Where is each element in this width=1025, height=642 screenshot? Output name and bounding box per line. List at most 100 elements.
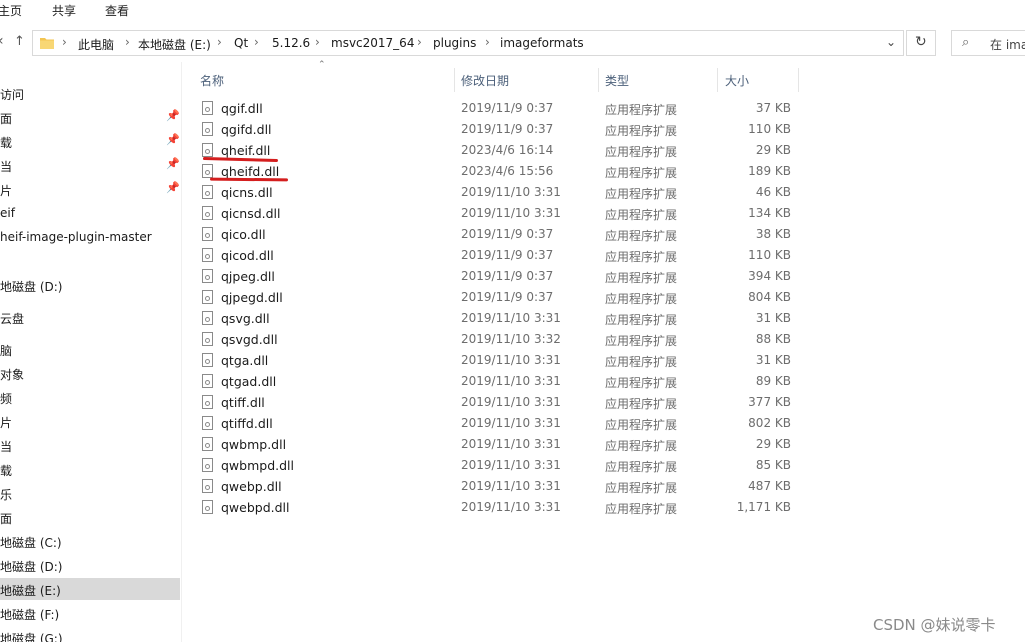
file-row[interactable]: qico.dll 2019/11/9 0:37 应用程序扩展 38 KB xyxy=(196,224,800,245)
file-row[interactable]: qjpeg.dll 2019/11/9 0:37 应用程序扩展 394 KB xyxy=(196,266,800,287)
dll-file-icon xyxy=(202,311,213,325)
nav-item-drive-c[interactable]: 地磁盘 (C:) xyxy=(0,530,180,552)
pin-icon: 📌 xyxy=(166,133,180,146)
file-size: 377 KB xyxy=(748,395,791,409)
column-header-date[interactable]: 修改日期 xyxy=(455,68,598,92)
nav-item-label: 载 xyxy=(0,464,13,478)
file-size: 487 KB xyxy=(748,479,791,493)
file-name: qjpegd.dll xyxy=(221,290,283,305)
tab-view[interactable]: 查看 xyxy=(105,2,129,19)
nav-item-label: 当 xyxy=(0,160,13,174)
file-row[interactable]: qwbmp.dll 2019/11/10 3:31 应用程序扩展 29 KB xyxy=(196,434,800,455)
chevron-down-icon[interactable]: ⌄ xyxy=(886,35,896,49)
column-header-size[interactable]: 大小 xyxy=(718,68,798,92)
file-type: 应用程序扩展 xyxy=(605,187,678,201)
nav-item-desktop-pc[interactable]: 面 xyxy=(0,506,180,528)
nav-item-heif[interactable]: eif xyxy=(0,202,180,224)
file-row[interactable]: qtiffd.dll 2019/11/10 3:31 应用程序扩展 802 KB xyxy=(196,413,800,434)
breadcrumb-separator-icon: › xyxy=(254,35,259,49)
crumb-msvc[interactable]: msvc2017_64 xyxy=(331,36,414,50)
pin-icon: 📌 xyxy=(166,109,180,122)
nav-item-cloud-drive[interactable]: 云盘 xyxy=(0,306,180,328)
nav-item-label: 频 xyxy=(0,392,13,406)
file-row[interactable]: qsvgd.dll 2019/11/10 3:32 应用程序扩展 88 KB xyxy=(196,329,800,350)
nav-item-desktop[interactable]: 面 📌 xyxy=(0,106,180,128)
file-row[interactable]: qgif.dll 2019/11/9 0:37 应用程序扩展 37 KB xyxy=(196,98,800,119)
nav-item-documents[interactable]: 当 📌 xyxy=(0,154,180,176)
file-type: 应用程序扩展 xyxy=(605,481,678,495)
crumb-this-pc[interactable]: 此电脑 xyxy=(78,36,114,53)
back-arrow-icon[interactable]: ‹ xyxy=(0,33,4,49)
address-bar[interactable]: › 此电脑 › 本地磁盘 (E:) › Qt › 5.12.6 › msvc20… xyxy=(32,30,904,56)
file-row[interactable]: qgifd.dll 2019/11/9 0:37 应用程序扩展 110 KB xyxy=(196,119,800,140)
crumb-plugins[interactable]: plugins xyxy=(433,36,476,50)
nav-item-music[interactable]: 乐 xyxy=(0,482,180,504)
file-date: 2023/4/6 16:14 xyxy=(461,143,554,157)
column-divider[interactable] xyxy=(798,68,799,92)
nav-item-drive-d[interactable]: 地磁盘 (D:) xyxy=(0,274,180,296)
nav-item-pictures-pc[interactable]: 片 xyxy=(0,410,180,432)
file-row[interactable]: qicnsd.dll 2019/11/10 3:31 应用程序扩展 134 KB xyxy=(196,203,800,224)
column-header-name[interactable]: 名称 xyxy=(196,68,454,92)
search-input[interactable]: ⌕ 在 ima xyxy=(951,30,1025,56)
file-name: qtgad.dll xyxy=(221,374,277,389)
dll-file-icon xyxy=(202,458,213,472)
file-size: 394 KB xyxy=(748,269,791,283)
file-name: qheif.dll xyxy=(221,143,271,158)
nav-item-quick-access[interactable]: 访问 xyxy=(0,82,180,104)
file-type: 应用程序扩展 xyxy=(605,292,678,306)
file-row[interactable]: qtgad.dll 2019/11/10 3:31 应用程序扩展 89 KB xyxy=(196,371,800,392)
file-name: qico.dll xyxy=(221,227,266,242)
nav-item-label: 对象 xyxy=(0,368,25,382)
file-type: 应用程序扩展 xyxy=(605,313,678,327)
nav-item-drive-d-pc[interactable]: 地磁盘 (D:) xyxy=(0,554,180,576)
nav-item-downloads-pc[interactable]: 载 xyxy=(0,458,180,480)
file-name: qgifd.dll xyxy=(221,122,272,137)
file-row[interactable]: qicns.dll 2019/11/10 3:31 应用程序扩展 46 KB xyxy=(196,182,800,203)
crumb-qt[interactable]: Qt xyxy=(234,36,248,50)
nav-item-3d-objects[interactable]: 对象 xyxy=(0,362,180,384)
file-date: 2019/11/10 3:31 xyxy=(461,185,561,199)
nav-item-drive-e[interactable]: 地磁盘 (E:) xyxy=(0,578,180,600)
up-arrow-icon[interactable]: ↑ xyxy=(14,34,25,49)
file-row[interactable]: qsvg.dll 2019/11/10 3:31 应用程序扩展 31 KB xyxy=(196,308,800,329)
file-row[interactable]: qheif.dll 2023/4/6 16:14 应用程序扩展 29 KB xyxy=(196,140,800,161)
file-row[interactable]: qwebpd.dll 2019/11/10 3:31 应用程序扩展 1,171 KB xyxy=(196,497,800,518)
breadcrumb-separator-icon: › xyxy=(125,35,130,49)
crumb-version[interactable]: 5.12.6 xyxy=(272,36,310,50)
tab-home[interactable]: 主页 xyxy=(0,2,22,19)
search-placeholder: 在 ima xyxy=(990,38,1025,52)
nav-item-heif-plugin[interactable]: heif-image-plugin-master xyxy=(0,226,180,248)
nav-item-label: 地磁盘 (G:) xyxy=(0,632,63,642)
nav-item-downloads[interactable]: 载 📌 xyxy=(0,130,180,152)
file-row[interactable]: qjpegd.dll 2019/11/9 0:37 应用程序扩展 804 KB xyxy=(196,287,800,308)
column-header-type[interactable]: 类型 xyxy=(599,68,717,92)
file-row[interactable]: qtga.dll 2019/11/10 3:31 应用程序扩展 31 KB xyxy=(196,350,800,371)
pane-divider[interactable] xyxy=(181,62,182,642)
file-row[interactable]: qwbmpd.dll 2019/11/10 3:31 应用程序扩展 85 KB xyxy=(196,455,800,476)
folder-icon xyxy=(40,38,54,49)
file-type: 应用程序扩展 xyxy=(605,397,678,411)
file-row[interactable]: qicod.dll 2019/11/9 0:37 应用程序扩展 110 KB xyxy=(196,245,800,266)
dll-file-icon xyxy=(202,122,213,136)
tab-share[interactable]: 共享 xyxy=(52,2,76,19)
nav-item-drive-f[interactable]: 地磁盘 (F:) xyxy=(0,602,180,624)
refresh-button[interactable]: ↻ xyxy=(906,30,936,56)
breadcrumb-separator-icon: › xyxy=(62,35,67,49)
crumb-imageformats[interactable]: imageformats xyxy=(500,36,584,50)
file-row[interactable]: qtiff.dll 2019/11/10 3:31 应用程序扩展 377 KB xyxy=(196,392,800,413)
file-type: 应用程序扩展 xyxy=(605,334,678,348)
file-name: qtiff.dll xyxy=(221,395,265,410)
file-date: 2019/11/10 3:31 xyxy=(461,395,561,409)
nav-item-pictures[interactable]: 片 📌 xyxy=(0,178,180,200)
nav-item-label: 脑 xyxy=(0,344,13,358)
nav-item-drive-g[interactable]: 地磁盘 (G:) xyxy=(0,626,180,642)
crumb-drive-e[interactable]: 本地磁盘 (E:) xyxy=(138,36,211,53)
file-row[interactable]: qwebp.dll 2019/11/10 3:31 应用程序扩展 487 KB xyxy=(196,476,800,497)
file-name: qsvg.dll xyxy=(221,311,270,326)
nav-item-this-pc[interactable]: 脑 xyxy=(0,338,180,360)
dll-file-icon xyxy=(202,227,213,241)
nav-item-videos[interactable]: 频 xyxy=(0,386,180,408)
nav-item-documents-pc[interactable]: 当 xyxy=(0,434,180,456)
file-size: 802 KB xyxy=(748,416,791,430)
